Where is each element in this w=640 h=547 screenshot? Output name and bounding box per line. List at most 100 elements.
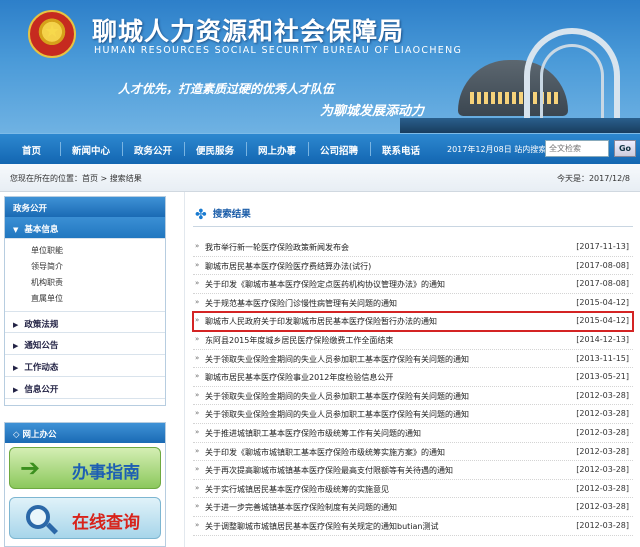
sidebar-subitem-functions[interactable]: 单位职能 [31, 243, 165, 259]
slogan-secondary: 为聊城发展添动力 [320, 104, 425, 119]
sidebar-subitem-duties[interactable]: 机构职责 [31, 275, 165, 291]
result-date: [2017-08-08] [576, 279, 629, 289]
result-title-link[interactable]: 关于实行城镇居民基本医疗保险市级统筹的实施意见 [205, 484, 575, 495]
expand-triangle-icon: ▼ [13, 226, 19, 234]
result-title-link[interactable]: 关于进一步完善城镇基本医疗保险制度有关问题的通知 [205, 502, 575, 513]
site-subtitle: HUMAN RESOURCES SOCIAL SECURITY BUREAU O… [94, 45, 463, 56]
sidebar-item-info-public[interactable]: ▶ 信息公开 [5, 377, 165, 399]
result-title-link[interactable]: 聊城市居民基本医疗保险事业2012年度检验信息公开 [205, 372, 575, 383]
site-title: 聊城人力资源和社会保障局 [92, 17, 405, 46]
bullet-icon: » [195, 409, 200, 418]
guide-button[interactable]: ➔ 办事指南 [9, 447, 161, 489]
result-row[interactable]: » 关于印发《聊城市基本医疗保险定点医药机构协议管理办法》的通知 [2017-08-… [193, 275, 633, 294]
result-title-link[interactable]: 关于印发《聊城市城镇职工基本医疗保险市级统筹实施方案》的通知 [205, 447, 575, 458]
nav-item-home[interactable]: 首页 [22, 143, 41, 157]
puzzle-icon: ✤ [195, 207, 207, 223]
result-row[interactable]: » 聊城市居民基本医疗保险医疗费结算办法(试行) [2017-08-08] [193, 257, 633, 276]
water-illustration [400, 118, 640, 133]
result-title-link[interactable]: 关于规范基本医疗保险门诊慢性病管理有关问题的通知 [205, 298, 575, 309]
result-date: [2012-03-28] [576, 409, 629, 419]
sidebar-item-label: 通知公告 [24, 341, 59, 351]
nav-item-services[interactable]: 便民服务 [196, 143, 234, 157]
bullet-icon: » [195, 260, 200, 269]
result-row[interactable]: » 东阿县2015年度城乡居民医疗保险缴费工作全面结束 [2014-12-13] [193, 331, 633, 350]
national-emblem-icon: ★ [28, 10, 76, 58]
result-row[interactable]: » 关于推进城镇职工基本医疗保险市级统筹工作有关问题的通知 [2012-03-28] [193, 424, 633, 443]
result-row[interactable]: » 关于规范基本医疗保险门诊慢性病管理有关问题的通知 [2015-04-12] [193, 294, 633, 313]
nav-divider [60, 142, 61, 156]
sidebar-item-basic-info[interactable]: ▼ 基本信息 [5, 217, 165, 239]
result-row[interactable]: » 关于进一步完善城镇基本医疗保险制度有关问题的通知 [2012-03-28] [193, 498, 633, 517]
sidebar-item-policy[interactable]: ▶ 政策法规 [5, 311, 165, 333]
result-title-link[interactable]: 聊城市人民政府关于印发聊城市居民基本医疗保险暂行办法的通知 [205, 316, 575, 327]
result-row[interactable]: » 关于再次提高聊城市城镇基本医疗保险最高支付限额等有关待遇的通知 [2012-03… [193, 461, 633, 480]
site-search-input[interactable] [545, 140, 609, 157]
sidebar-item-label: 基本信息 [24, 225, 59, 235]
result-row[interactable]: » 关于领取失业保险金期间的失业人员参加职工基本医疗保险有关问题的通知 [2012-… [193, 387, 633, 406]
result-title-link[interactable]: 关于领取失业保险金期间的失业人员参加职工基本医疗保险有关问题的通知 [205, 391, 575, 402]
result-date: [2012-03-28] [576, 427, 629, 437]
divider [193, 226, 633, 227]
result-row[interactable]: » 关于实行城镇居民基本医疗保险市级统筹的实施意见 [2012-03-28] [193, 480, 633, 499]
nav-divider [122, 142, 123, 156]
online-office-panel: ◇ 网上办公 ➔ 办事指南 在线查询 [4, 422, 166, 547]
result-row[interactable]: » 聊城市居民基本医疗保险事业2012年度检验信息公开 [2013-05-21] [193, 368, 633, 387]
breadcrumb-bar: 您现在所在的位置：首页 > 搜索结果 今天是：2017/12/8 [0, 164, 640, 192]
nav-item-gov-affairs[interactable]: 政务公开 [134, 143, 172, 157]
gov-affairs-panel: 政务公开 ▼ 基本信息 单位职能 领导简介 机构职责 直属单位 ▶ 政策法规 ▶ 通知… [4, 196, 166, 406]
result-row[interactable]: » 关于印发《聊城市城镇职工基本医疗保险市级统筹实施方案》的通知 [2012-03-… [193, 443, 633, 462]
sidebar-subitem-leaders[interactable]: 领导简介 [31, 259, 165, 275]
breadcrumb-home-link[interactable]: 首页 [82, 174, 98, 183]
sidebar: 政务公开 ▼ 基本信息 单位职能 领导简介 机构职责 直属单位 ▶ 政策法规 ▶ 通知… [0, 192, 170, 547]
result-title-link[interactable]: 关于印发《聊城市基本医疗保险定点医药机构协议管理办法》的通知 [205, 279, 575, 290]
result-date: [2012-03-28] [576, 520, 629, 530]
result-date: [2012-03-28] [576, 465, 629, 475]
bullet-icon: » [195, 427, 200, 436]
result-title-link[interactable]: 关于再次提高聊城市城镇基本医疗保险最高支付限额等有关待遇的通知 [205, 465, 575, 476]
result-row[interactable]: » 关于领取失业保险金期间的失业人员参加职工基本医疗保险有关问题的通知 [2012-… [193, 405, 633, 424]
sidebar-subitem-units[interactable]: 直属单位 [31, 291, 165, 307]
result-title-link[interactable]: 我市举行新一轮医疗保险政策新闻发布会 [205, 242, 575, 253]
magnifier-handle [45, 522, 59, 535]
sidebar-item-notice[interactable]: ▶ 通知公告 [5, 333, 165, 355]
result-title-link[interactable]: 关于推进城镇职工基本医疗保险市级统筹工作有关问题的通知 [205, 428, 575, 439]
nav-date-label: 2017年12月08日 站内搜索 [447, 145, 547, 154]
result-title-link[interactable]: 聊城市居民基本医疗保险医疗费结算办法(试行) [205, 261, 575, 272]
bullet-icon: » [195, 297, 200, 306]
sidebar-item-work-news[interactable]: ▶ 工作动态 [5, 355, 165, 377]
online-query-button[interactable]: 在线查询 [9, 497, 161, 539]
sidebar-header: 政务公开 [5, 197, 165, 217]
nav-item-recruit[interactable]: 公司招聘 [320, 143, 358, 157]
result-date: [2013-05-21] [576, 372, 629, 382]
bullet-icon: » [195, 372, 200, 381]
result-row-highlighted[interactable]: » 聊城市人民政府关于印发聊城市居民基本医疗保险暂行办法的通知 [2015-04-1… [192, 311, 634, 332]
result-row[interactable]: » 关于调整聊城市城镇居民基本医疗保险有关规定的通知butian测试 [2012-0… [193, 517, 633, 536]
result-title-link[interactable]: 关于领取失业保险金期间的失业人员参加职工基本医疗保险有关问题的通知 [205, 409, 575, 420]
nav-divider [184, 142, 185, 156]
result-date: [2015-04-12] [576, 316, 629, 326]
result-row[interactable]: » 我市举行新一轮医疗保险政策新闻发布会 [2017-11-13] [193, 238, 633, 257]
result-date: [2012-03-28] [576, 483, 629, 493]
bullet-icon: » [195, 353, 200, 362]
bullet-icon: » [195, 334, 200, 343]
result-date: [2017-11-13] [576, 242, 629, 251]
sidebar-item-label: 政策法规 [24, 320, 59, 330]
collapse-triangle-icon: ▶ [13, 321, 19, 329]
result-row[interactable]: » 关于领取失业保险金期间的失业人员参加职工基本医疗保险有关问题的通知 [2013-… [193, 350, 633, 369]
arrow-right-icon: ➔ [20, 454, 41, 482]
nav-item-contact[interactable]: 联系电话 [382, 143, 420, 157]
slogan-primary: 人才优先，打造素质过硬的优秀人才队伍 [118, 82, 335, 96]
bullet-icon: » [195, 242, 200, 250]
result-title-link[interactable]: 东阿县2015年度城乡居民医疗保险缴费工作全面结束 [205, 335, 575, 346]
nav-item-news[interactable]: 新闻中心 [72, 143, 110, 157]
bullet-icon: » [195, 446, 200, 455]
result-title-link[interactable]: 关于调整聊城市城镇居民基本医疗保险有关规定的通知butian测试 [205, 521, 575, 532]
bullet-icon: » [195, 316, 200, 325]
search-go-button[interactable]: Go [614, 140, 636, 157]
bullet-icon: » [195, 483, 200, 492]
online-query-label: 在线查询 [72, 513, 140, 533]
result-title-link[interactable]: 关于领取失业保险金期间的失业人员参加职工基本医疗保险有关问题的通知 [205, 354, 575, 365]
header-banner: ★ 聊城人力资源和社会保障局 HUMAN RESOURCES SOCIAL SE… [0, 0, 640, 133]
nav-divider [308, 142, 309, 156]
nav-item-online[interactable]: 网上办事 [258, 143, 296, 157]
